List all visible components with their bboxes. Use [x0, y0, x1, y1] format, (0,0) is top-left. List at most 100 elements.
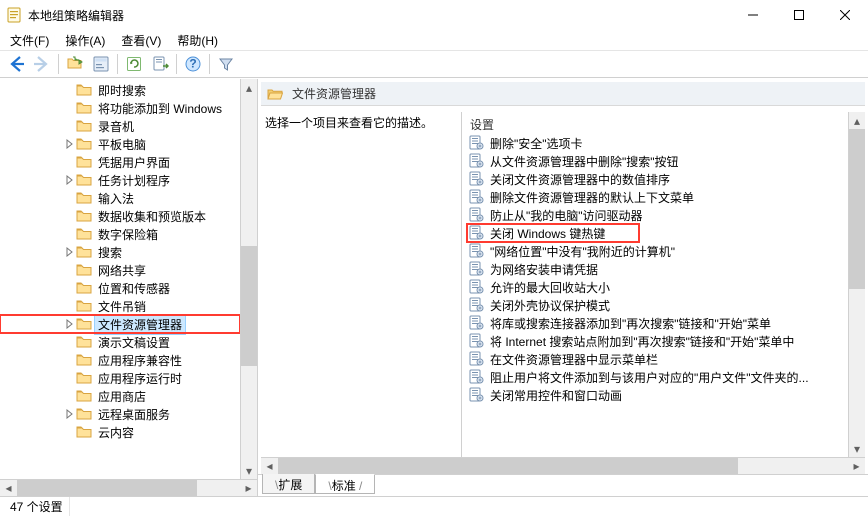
setting-item[interactable]: 关闭文件资源管理器中的数值排序: [466, 170, 848, 188]
settings-column-header[interactable]: 设置: [466, 114, 848, 134]
tree-item[interactable]: 云内容: [0, 423, 240, 441]
scroll-down-arrow[interactable]: ▾: [849, 440, 865, 457]
tree-item[interactable]: 将功能添加到 Windows: [0, 99, 240, 117]
refresh-button[interactable]: [122, 52, 146, 76]
tree-item[interactable]: 数据收集和预览版本: [0, 207, 240, 225]
tree-item[interactable]: 网络共享: [0, 261, 240, 279]
setting-item[interactable]: 关闭外壳协议保护模式: [466, 296, 848, 314]
filter-button[interactable]: [214, 52, 238, 76]
minimize-button[interactable]: [730, 0, 776, 30]
setting-item[interactable]: 为网络安装申请凭据: [466, 260, 848, 278]
menu-help[interactable]: 帮助(H): [169, 30, 226, 51]
tree-item[interactable]: 文件吊销: [0, 297, 240, 315]
scroll-thumb[interactable]: [241, 246, 257, 366]
tree-item[interactable]: 任务计划程序: [0, 171, 240, 189]
back-button[interactable]: [4, 52, 28, 76]
export-button[interactable]: [148, 52, 172, 76]
setting-label: 允许的最大回收站大小: [487, 278, 613, 297]
setting-item[interactable]: 删除文件资源管理器的默认上下文菜单: [466, 188, 848, 206]
forward-button[interactable]: [30, 52, 54, 76]
tree-item-label: 平板电脑: [95, 135, 149, 154]
menu-file[interactable]: 文件(F): [2, 30, 57, 51]
setting-item[interactable]: 阻止用户将文件添加到与该用户对应的"用户文件"文件夹的...: [466, 368, 848, 386]
tree-item[interactable]: 即时搜索: [0, 81, 240, 99]
setting-item[interactable]: 将库或搜索连接器添加到"再次搜索"链接和"开始"菜单: [466, 314, 848, 332]
expander-icon[interactable]: [62, 247, 76, 257]
tree-item[interactable]: 应用程序运行时: [0, 369, 240, 387]
policy-setting-icon: [468, 153, 484, 169]
expander-icon[interactable]: [62, 409, 76, 419]
folder-icon: [76, 172, 92, 188]
tree-item-label: 搜索: [95, 243, 125, 262]
policy-setting-icon: [468, 315, 484, 331]
tree-list[interactable]: 即时搜索将功能添加到 Windows录音机平板电脑凭据用户界面任务计划程序输入法…: [0, 79, 240, 479]
tab-extended[interactable]: \扩展: [262, 474, 315, 494]
tree-pane: 即时搜索将功能添加到 Windows录音机平板电脑凭据用户界面任务计划程序输入法…: [0, 79, 258, 496]
scroll-left-arrow[interactable]: ◂: [0, 480, 17, 496]
tree-item-label: 即时搜索: [95, 81, 149, 100]
tree-item[interactable]: 搜索: [0, 243, 240, 261]
expander-icon[interactable]: [62, 139, 76, 149]
tab-standard[interactable]: \标准 /: [315, 474, 375, 494]
tree-item[interactable]: 应用商店: [0, 387, 240, 405]
tree-item[interactable]: 演示文稿设置: [0, 333, 240, 351]
setting-item[interactable]: 将 Internet 搜索站点附加到"再次搜索"链接和"开始"菜单中: [466, 332, 848, 350]
tree-item[interactable]: 远程桌面服务: [0, 405, 240, 423]
tree-item[interactable]: 文件资源管理器: [0, 315, 240, 333]
properties-button[interactable]: [89, 52, 113, 76]
tree-item[interactable]: 平板电脑: [0, 135, 240, 153]
help-button[interactable]: [181, 52, 205, 76]
toolbar-separator: [117, 54, 118, 74]
scroll-up-arrow[interactable]: ▴: [849, 112, 865, 129]
up-button[interactable]: [63, 52, 87, 76]
settings-horizontal-scrollbar[interactable]: ◂ ▸: [261, 457, 865, 474]
tree-item[interactable]: 输入法: [0, 189, 240, 207]
scroll-thumb[interactable]: [849, 129, 865, 289]
tree-vertical-scrollbar[interactable]: ▴ ▾: [240, 79, 257, 479]
settings-vertical-scrollbar[interactable]: ▴ ▾: [848, 112, 865, 457]
folder-icon: [76, 244, 92, 260]
setting-label: 关闭常用控件和窗口动画: [487, 386, 625, 405]
expander-icon[interactable]: [62, 319, 76, 329]
scroll-down-arrow[interactable]: ▾: [241, 462, 257, 479]
description-column: 选择一个项目来查看它的描述。: [261, 112, 461, 457]
menu-action[interactable]: 操作(A): [57, 30, 113, 51]
tree-item[interactable]: 位置和传感器: [0, 279, 240, 297]
tree-horizontal-scrollbar[interactable]: ◂ ▸: [0, 479, 257, 496]
setting-item[interactable]: 从文件资源管理器中删除"搜索"按钮: [466, 152, 848, 170]
setting-item[interactable]: 删除"安全"选项卡: [466, 134, 848, 152]
setting-item[interactable]: 允许的最大回收站大小: [466, 278, 848, 296]
setting-item[interactable]: 防止从"我的电脑"访问驱动器: [466, 206, 848, 224]
menu-view[interactable]: 查看(V): [113, 30, 169, 51]
tree-item[interactable]: 录音机: [0, 117, 240, 135]
scroll-right-arrow[interactable]: ▸: [240, 480, 257, 496]
scroll-thumb[interactable]: [17, 480, 197, 496]
setting-item[interactable]: 关闭常用控件和窗口动画: [466, 386, 848, 404]
tree-item[interactable]: 凭据用户界面: [0, 153, 240, 171]
scroll-thumb[interactable]: [278, 458, 738, 474]
window-buttons: [730, 0, 868, 30]
folder-open-icon: [267, 86, 283, 102]
setting-item[interactable]: 在文件资源管理器中显示菜单栏: [466, 350, 848, 368]
tree-item-label: 文件吊销: [95, 297, 149, 316]
expander-icon[interactable]: [62, 175, 76, 185]
column-separator[interactable]: [461, 112, 462, 457]
policy-setting-icon: [468, 297, 484, 313]
setting-item[interactable]: 关闭 Windows 键热键: [466, 224, 848, 242]
scroll-right-arrow[interactable]: ▸: [848, 458, 865, 474]
close-button[interactable]: [822, 0, 868, 30]
setting-item[interactable]: "网络位置"中没有"我附近的计算机": [466, 242, 848, 260]
tree-item-label: 数字保险箱: [95, 225, 161, 244]
maximize-button[interactable]: [776, 0, 822, 30]
setting-label: 将库或搜索连接器添加到"再次搜索"链接和"开始"菜单: [487, 314, 774, 333]
setting-label: 从文件资源管理器中删除"搜索"按钮: [487, 152, 682, 171]
folder-icon: [76, 406, 92, 422]
tree-item[interactable]: 应用程序兼容性: [0, 351, 240, 369]
tree-item[interactable]: 数字保险箱: [0, 225, 240, 243]
scroll-up-arrow[interactable]: ▴: [241, 79, 257, 96]
setting-label: 为网络安装申请凭据: [487, 260, 601, 279]
view-tabs: \扩展 \标准 /: [258, 474, 868, 496]
scroll-left-arrow[interactable]: ◂: [261, 458, 278, 474]
folder-icon: [76, 424, 92, 440]
tree-item-label: 应用程序运行时: [95, 369, 185, 388]
